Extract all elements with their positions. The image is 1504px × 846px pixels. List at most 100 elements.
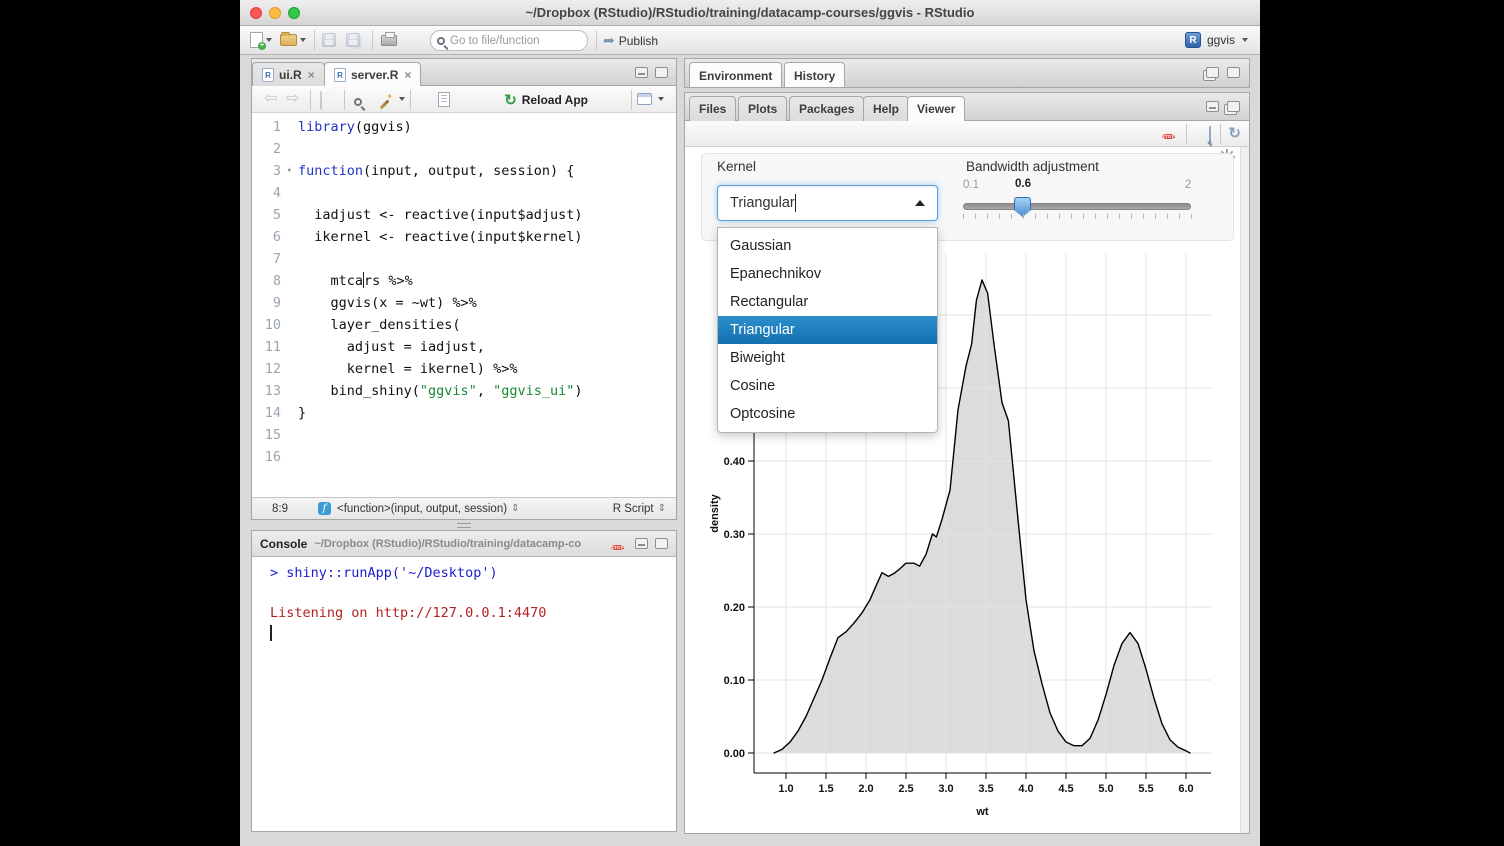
code-line[interactable]: } [298, 402, 676, 424]
tab-ui-r[interactable]: R ui.R × [252, 62, 325, 86]
horizontal-splitter[interactable] [251, 520, 677, 530]
console-output[interactable]: > shiny::runApp('~/Desktop')Listening on… [252, 557, 676, 831]
compile-report-button[interactable] [438, 92, 450, 111]
source-pane-layout-button[interactable] [637, 93, 652, 109]
line-number: 6 [252, 226, 294, 248]
bandwidth-label: Bandwidth adjustment [966, 159, 1099, 174]
code-line[interactable] [298, 138, 676, 160]
find-button[interactable] [354, 94, 362, 110]
bandwidth-slider-track[interactable] [963, 203, 1191, 210]
print-button[interactable] [381, 26, 397, 54]
line-number: 11 [252, 336, 294, 358]
dropdown-option-gaussian[interactable]: Gaussian [718, 232, 937, 260]
save-icon [322, 33, 336, 47]
tab-history[interactable]: History [784, 62, 845, 88]
code-line[interactable]: ikernel <- reactive(input$kernel) [298, 226, 676, 248]
reload-app-button[interactable]: ↻ Reload App [504, 91, 588, 109]
tab-plots[interactable]: Plots [738, 96, 787, 121]
new-file-icon: + [250, 32, 263, 48]
code-line[interactable]: mtcars %>% [298, 270, 676, 292]
minimize-pane-button[interactable] [1206, 101, 1219, 112]
kernel-select-input[interactable]: Triangular [717, 185, 938, 221]
code-line[interactable]: library(ggvis) [298, 116, 676, 138]
save-button[interactable] [322, 26, 336, 54]
code-editor[interactable]: 123▾45678910111213141516 library(ggvis)f… [252, 113, 676, 497]
svg-text:4.0: 4.0 [1018, 783, 1033, 795]
restore-pane-button[interactable] [1206, 67, 1219, 78]
updown-icon: ⇕ [511, 503, 519, 514]
goto-file-input[interactable]: Go to file/function [430, 30, 588, 51]
main-toolbar: + Go to file/function [240, 26, 1260, 55]
chevron-down-icon [1242, 38, 1248, 42]
stop-app-button[interactable]: STOP [1162, 125, 1175, 145]
kernel-value: Triangular [730, 195, 795, 211]
back-icon[interactable]: ⇦ [264, 91, 277, 107]
forward-icon[interactable]: ⇨ [286, 91, 299, 107]
code-line[interactable]: layer_densities( [298, 314, 676, 336]
dropdown-option-epanechnikov[interactable]: Epanechnikov [718, 260, 937, 288]
dropdown-option-cosine[interactable]: Cosine [718, 372, 937, 400]
shiny-app: Kernel Triangular Bandwidth adjustment 0… [685, 147, 1249, 833]
open-in-new-window-button[interactable] [1209, 127, 1211, 145]
project-menu-button[interactable]: R ggvis [1185, 29, 1248, 51]
dropdown-option-triangular[interactable]: Triangular [718, 316, 937, 344]
tab-help[interactable]: Help [863, 96, 909, 121]
dropdown-option-biweight[interactable]: Biweight [718, 344, 937, 372]
toolbar-separator [596, 30, 597, 50]
code-line[interactable]: function(input, output, session) { [298, 160, 676, 182]
close-icon[interactable]: × [404, 68, 411, 82]
code-line[interactable]: ggvis(x = ~wt) %>% [298, 292, 676, 314]
restore-pane-button[interactable] [1227, 101, 1240, 112]
code-line[interactable]: adjust = iadjust, [298, 336, 676, 358]
tab-viewer[interactable]: Viewer [907, 96, 965, 121]
svg-text:1.0: 1.0 [778, 783, 793, 795]
scope-selector[interactable]: f <function>(input, output, session) ⇕ [318, 498, 519, 519]
maximize-pane-button[interactable] [655, 538, 668, 549]
new-file-button[interactable]: + [250, 26, 272, 54]
publish-button[interactable]: ➦ Publish [603, 30, 658, 51]
code-line[interactable] [298, 182, 676, 204]
code-line[interactable]: kernel = ikernel) %>% [298, 358, 676, 380]
console-title: Console [260, 537, 307, 551]
print-icon [381, 35, 397, 46]
toolbar-separator [344, 90, 345, 110]
chevron-down-icon [399, 97, 405, 101]
tab-server-r[interactable]: R server.R × [324, 62, 421, 86]
refresh-viewer-button[interactable]: ↻ [1228, 124, 1241, 143]
tab-files[interactable]: Files [689, 96, 736, 121]
code-line[interactable] [298, 424, 676, 446]
fold-marker-icon[interactable]: ▾ [287, 160, 292, 182]
save-all-button[interactable] [346, 26, 360, 54]
environment-tabbar: Environment History [685, 59, 1249, 88]
tab-environment[interactable]: Environment [689, 62, 782, 88]
save-all-icon [346, 33, 360, 47]
maximize-pane-button[interactable] [1227, 67, 1240, 78]
dropdown-option-rectangular[interactable]: Rectangular [718, 288, 937, 316]
editor-toolbar: ⇦ ⇨ ↻ Reload App [252, 86, 676, 113]
goto-file-placeholder: Go to file/function [450, 35, 540, 47]
code-line[interactable]: iadjust <- reactive(input$adjust) [298, 204, 676, 226]
viewer-pane: Files Plots Packages Help Viewer STOP ↻ [684, 92, 1250, 834]
code-line[interactable]: bind_shiny("ggvis", "ggvis_ui") [298, 380, 676, 402]
slider-current-value: 0.6 [1007, 178, 1039, 190]
code-tools-button[interactable] [378, 93, 392, 111]
environment-pane: Environment History [684, 58, 1250, 88]
doc-type-selector[interactable]: R Script ⇕ [613, 498, 666, 519]
close-icon[interactable]: × [308, 68, 315, 82]
maximize-pane-button[interactable] [655, 67, 668, 78]
code-line[interactable] [298, 248, 676, 270]
open-file-button[interactable] [280, 26, 306, 54]
minimize-pane-button[interactable] [635, 67, 648, 78]
dropdown-option-optcosine[interactable]: Optcosine [718, 400, 937, 428]
svg-text:wt: wt [975, 806, 989, 818]
save-button[interactable] [320, 93, 322, 109]
editor-code[interactable]: library(ggvis) function(input, output, se… [298, 116, 676, 468]
console-pane: Console ~/Dropbox (RStudio)/RStudio/trai… [251, 530, 677, 832]
stop-icon: STOP [1162, 134, 1175, 139]
code-line[interactable] [298, 446, 676, 468]
minimize-pane-button[interactable] [635, 538, 648, 549]
console-interrupt-button[interactable]: STOP [611, 536, 624, 556]
tab-packages[interactable]: Packages [789, 96, 864, 121]
r-file-icon: R [334, 68, 346, 82]
line-number: 12 [252, 358, 294, 380]
